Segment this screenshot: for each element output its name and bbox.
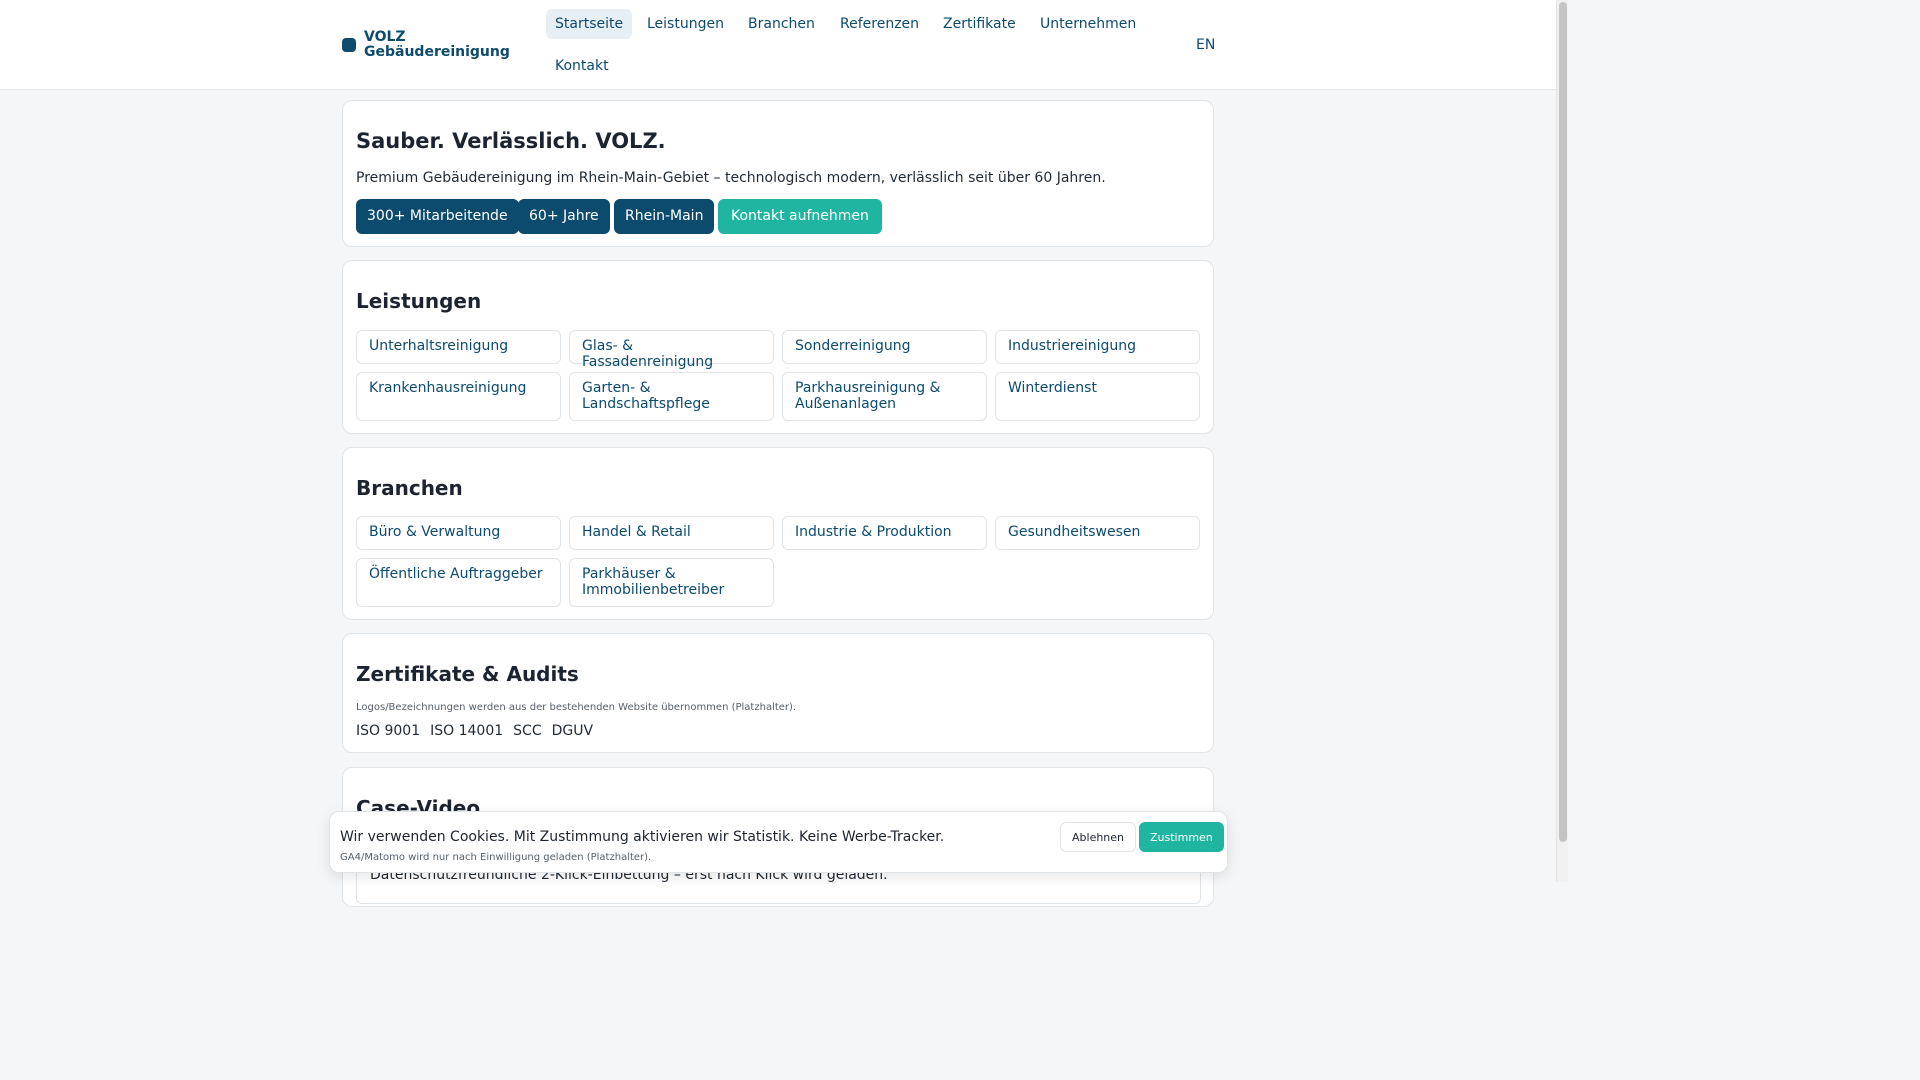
services-title: Leistungen — [356, 289, 482, 313]
nav-item-unternehmen[interactable]: Unternehmen — [1031, 9, 1145, 39]
nav-item-branchen[interactable]: Branchen — [739, 9, 824, 39]
logo-icon — [342, 38, 356, 52]
service-item[interactable]: Garten- & Landschaftspflege — [569, 372, 774, 421]
cookie-note: GA4/Matomo wird nur nach Einwilligung ge… — [340, 852, 652, 863]
badge-years: 60+ Jahre — [518, 199, 610, 234]
certificates-title: Zertifikate & Audits — [356, 662, 579, 686]
nav-item-zertifikate[interactable]: Zertifikate — [934, 9, 1025, 39]
certificates-section: Zertifikate & Audits Logos/Bezeichnungen… — [342, 633, 1214, 753]
cookie-banner: Wir verwenden Cookies. Mit Zustimmung ak… — [329, 811, 1228, 873]
hero-title: Sauber. Verlässlich. VOLZ. — [356, 129, 666, 153]
industries-section: Branchen Büro & Verwaltung Handel & Reta… — [342, 447, 1214, 620]
badge-employees: 300+ Mitarbeitende — [356, 199, 519, 234]
service-item[interactable]: Industriereinigung — [995, 330, 1200, 364]
cookie-message: Wir verwenden Cookies. Mit Zustimmung ak… — [340, 829, 945, 845]
brand-logo[interactable]: VOLZ Gebäudereinigung — [342, 30, 514, 60]
decline-button[interactable]: Ablehnen — [1060, 822, 1137, 852]
certificate-item: DGUV — [551, 723, 594, 739]
language-switch[interactable]: EN — [1196, 37, 1215, 53]
service-item[interactable]: Parkhausreinigung & Außenanlagen — [782, 372, 987, 421]
certificates-list: ISO 9001 ISO 14001 SCC DGUV — [356, 723, 593, 739]
nav-item-kontakt[interactable]: Kontakt — [546, 51, 618, 81]
badge-region: Rhein-Main — [614, 199, 715, 234]
certificate-item: ISO 9001 — [356, 723, 421, 739]
industry-item[interactable]: Gesundheitswesen — [995, 516, 1200, 550]
hero-section: Sauber. Verlässlich. VOLZ. Premium Gebäu… — [342, 100, 1214, 247]
accept-button[interactable]: Zustimmen — [1139, 822, 1224, 852]
brand-name: VOLZ Gebäudereinigung — [364, 29, 510, 60]
certificate-item: SCC — [513, 723, 542, 739]
industry-item[interactable]: Parkhäuser & Immobilienbetreiber — [569, 558, 774, 607]
hero-subtitle: Premium Gebäudereinigung im Rhein-Main-G… — [356, 170, 1106, 186]
services-section: Leistungen Unterhaltsreinigung Glas- & F… — [342, 260, 1214, 434]
site-header: VOLZ Gebäudereinigung Startseite Leistun… — [0, 0, 1556, 90]
service-item[interactable]: Winterdienst — [995, 372, 1200, 421]
service-item[interactable]: Krankenhausreinigung — [356, 372, 561, 421]
scrollbar-thumb[interactable] — [1559, 2, 1567, 842]
industry-item[interactable]: Büro & Verwaltung — [356, 516, 561, 550]
nav-item-leistungen[interactable]: Leistungen — [638, 9, 733, 39]
service-item[interactable]: Glas- & Fassadenreinigung — [569, 330, 774, 370]
nav-item-referenzen[interactable]: Referenzen — [831, 9, 928, 39]
contact-button[interactable]: Kontakt aufnehmen — [718, 199, 882, 234]
page-scrollbar[interactable] — [1556, 0, 1568, 882]
certificates-note: Logos/Bezeichnungen werden aus der beste… — [356, 702, 797, 713]
service-item[interactable]: Unterhaltsreinigung — [356, 330, 561, 364]
industry-item[interactable]: Industrie & Produktion — [782, 516, 987, 550]
industry-item[interactable]: Öffentliche Auftraggeber — [356, 558, 561, 607]
certificate-item: ISO 14001 — [430, 723, 504, 739]
nav-item-startseite[interactable]: Startseite — [546, 9, 633, 39]
industry-item[interactable]: Handel & Retail — [569, 516, 774, 550]
service-item[interactable]: Sonderreinigung — [782, 330, 987, 364]
industries-title: Branchen — [356, 476, 463, 500]
